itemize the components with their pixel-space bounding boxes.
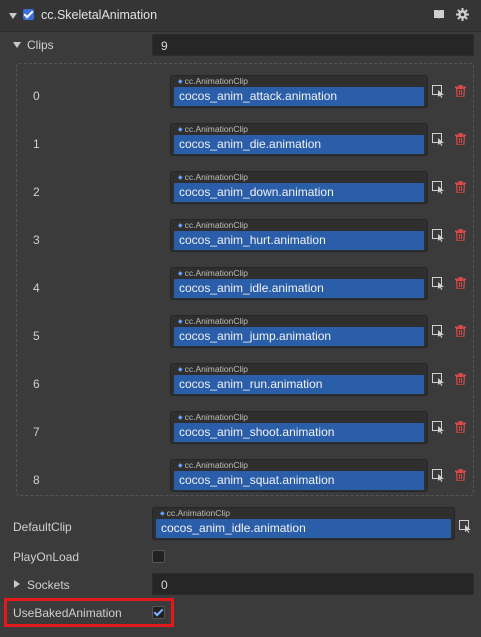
clip-row: 3 cc.AnimationClip cocos_anim_hurt.animati…	[0, 213, 481, 257]
clip-name: cocos_anim_attack.animation	[179, 89, 338, 103]
trash-icon[interactable]	[455, 181, 466, 193]
clip-row: 1 cc.AnimationClip cocos_anim_die.animatio…	[0, 117, 481, 161]
clip-index: 5	[33, 329, 40, 343]
clip-name: cocos_anim_run.animation	[179, 377, 323, 391]
asset-pick-icon[interactable]	[432, 421, 445, 434]
clip-name: cocos_anim_die.animation	[179, 137, 322, 151]
clip-index: 1	[33, 137, 40, 151]
asset-pick-icon[interactable]	[432, 373, 445, 386]
asset-pick-icon[interactable]	[432, 325, 445, 338]
clip-row: 4 cc.AnimationClip cocos_anim_idle.animati…	[0, 261, 481, 305]
clips-label: Clips	[27, 38, 54, 52]
clip-row: 8 cc.AnimationClip cocos_anim_squat.animat…	[0, 453, 481, 497]
clip-index: 8	[33, 473, 40, 487]
asset-type-label: cc.AnimationClip	[176, 76, 250, 86]
asset-type-label: cc.AnimationClip	[176, 316, 250, 326]
clip-field[interactable]: cocos_anim_hurt.animation	[174, 231, 424, 250]
default-clip-value: cocos_anim_idle.animation	[161, 521, 306, 535]
trash-icon[interactable]	[455, 325, 466, 337]
clip-field[interactable]: cocos_anim_die.animation	[174, 135, 424, 154]
component-enabled-checkbox[interactable]	[23, 9, 34, 20]
clip-field[interactable]: cocos_anim_squat.animation	[174, 471, 424, 490]
sockets-label: Sockets	[27, 578, 70, 592]
clip-asset[interactable]: cc.AnimationClip cocos_anim_down.animatio…	[170, 171, 428, 204]
component-header[interactable]: cc.SkeletalAnimation	[0, 0, 481, 32]
highlight-box	[4, 598, 174, 627]
asset-pick-icon[interactable]	[432, 277, 445, 290]
clip-asset[interactable]: cc.AnimationClip cocos_anim_run.animation	[170, 363, 428, 396]
clip-index: 2	[33, 185, 40, 199]
clip-field[interactable]: cocos_anim_idle.animation	[174, 279, 424, 298]
asset-pick-icon[interactable]	[432, 229, 445, 242]
clip-asset[interactable]: cc.AnimationClip cocos_anim_idle.animatio…	[170, 267, 428, 300]
play-on-load-label: PlayOnLoad	[13, 550, 80, 564]
clip-row: 6 cc.AnimationClip cocos_anim_run.animatio…	[0, 357, 481, 401]
chevron-down-icon[interactable]	[9, 13, 17, 19]
clip-field[interactable]: cocos_anim_down.animation	[174, 183, 424, 202]
clip-index: 3	[33, 233, 40, 247]
default-clip-label: DefaultClip	[13, 520, 72, 534]
clip-field[interactable]: cocos_anim_shoot.animation	[174, 423, 424, 442]
clip-name: cocos_anim_hurt.animation	[179, 233, 326, 247]
clip-index: 0	[33, 89, 40, 103]
clip-row: 2 cc.AnimationClip cocos_anim_down.animati…	[0, 165, 481, 209]
clips-count-input[interactable]: 9	[152, 34, 474, 56]
trash-icon[interactable]	[455, 421, 466, 433]
clip-name: cocos_anim_jump.animation	[179, 329, 332, 343]
asset-pick-icon[interactable]	[432, 181, 445, 194]
trash-icon[interactable]	[455, 85, 466, 97]
component-title: cc.SkeletalAnimation	[41, 8, 158, 22]
clip-name: cocos_anim_down.animation	[179, 185, 334, 199]
clips-count-value: 9	[161, 39, 168, 53]
trash-icon[interactable]	[455, 133, 466, 145]
clip-name: cocos_anim_shoot.animation	[179, 425, 335, 439]
sockets-count-input[interactable]: 0	[152, 573, 474, 595]
asset-type-label: cc.AnimationClip	[176, 268, 250, 278]
gear-icon[interactable]	[456, 8, 469, 21]
clip-index: 4	[33, 281, 40, 295]
clip-asset[interactable]: cc.AnimationClip cocos_anim_attack.animat…	[170, 75, 428, 108]
asset-type-label: cc.AnimationClip	[176, 412, 250, 422]
clip-asset[interactable]: cc.AnimationClip cocos_anim_squat.animati…	[170, 459, 428, 492]
inspector-panel: cc.SkeletalAnimation Clips 9 0cc.A	[0, 0, 481, 637]
clip-asset[interactable]: cc.AnimationClip cocos_anim_hurt.animatio…	[170, 219, 428, 252]
clip-row: 0 cc.AnimationClip cocos_anim_attack.anima…	[0, 69, 481, 113]
clip-name: cocos_anim_squat.animation	[179, 473, 335, 487]
asset-pick-icon[interactable]	[432, 85, 445, 98]
default-clip-asset[interactable]: cc.AnimationClip cocos_anim_idle.animati…	[152, 507, 455, 540]
asset-type-label: cc.AnimationClip	[176, 172, 250, 182]
sockets-count-value: 0	[161, 578, 168, 592]
clip-row: 5 cc.AnimationClip cocos_anim_jump.animati…	[0, 309, 481, 353]
asset-type-label: cc.AnimationClip	[158, 508, 232, 518]
clip-field[interactable]: cocos_anim_run.animation	[174, 375, 424, 394]
clip-asset[interactable]: cc.AnimationClip cocos_anim_jump.animatio…	[170, 315, 428, 348]
asset-pick-icon[interactable]	[432, 469, 445, 482]
trash-icon[interactable]	[455, 277, 466, 289]
asset-type-label: cc.AnimationClip	[176, 460, 250, 470]
book-icon[interactable]	[433, 9, 445, 20]
clip-index: 7	[33, 425, 40, 439]
trash-icon[interactable]	[455, 229, 466, 241]
clip-index: 6	[33, 377, 40, 391]
clip-asset[interactable]: cc.AnimationClip cocos_anim_shoot.animati…	[170, 411, 428, 444]
clip-row: 7 cc.AnimationClip cocos_anim_shoot.animat…	[0, 405, 481, 449]
clip-field[interactable]: cocos_anim_jump.animation	[174, 327, 424, 346]
trash-icon[interactable]	[455, 469, 466, 481]
clip-name: cocos_anim_idle.animation	[179, 281, 324, 295]
clips-expand-icon[interactable]	[13, 42, 21, 48]
trash-icon[interactable]	[455, 373, 466, 385]
asset-pick-icon[interactable]	[459, 520, 472, 533]
default-clip-field[interactable]: cocos_anim_idle.animation	[156, 519, 451, 538]
clip-field[interactable]: cocos_anim_attack.animation	[174, 87, 424, 106]
sockets-expand-icon[interactable]	[14, 580, 20, 588]
clip-asset[interactable]: cc.AnimationClip cocos_anim_die.animation	[170, 123, 428, 156]
asset-pick-icon[interactable]	[432, 133, 445, 146]
play-on-load-checkbox[interactable]	[152, 550, 165, 563]
asset-type-label: cc.AnimationClip	[176, 124, 250, 134]
asset-type-label: cc.AnimationClip	[176, 364, 250, 374]
asset-type-label: cc.AnimationClip	[176, 220, 250, 230]
